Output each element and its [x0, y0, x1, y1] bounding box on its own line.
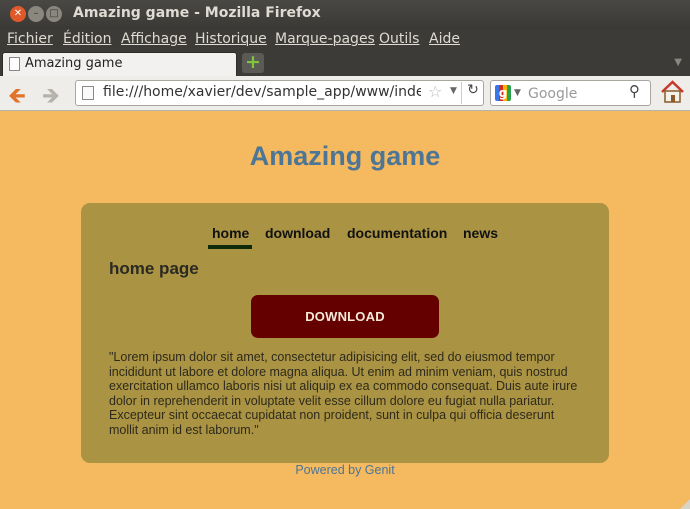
page-icon — [82, 86, 94, 100]
new-tab-button[interactable]: + — [242, 51, 264, 73]
menu-affichage[interactable]: Affichage — [121, 31, 187, 47]
tab-list-arrow-icon[interactable]: ▼ — [674, 57, 682, 68]
google-icon[interactable]: g — [495, 85, 511, 101]
document-icon — [9, 57, 20, 71]
reload-icon[interactable]: ↻ — [461, 82, 484, 104]
resize-grip[interactable] — [680, 499, 690, 509]
menu-aide[interactable]: Aide — [429, 31, 460, 47]
search-engine-dropdown-icon[interactable]: ▼ — [514, 88, 521, 98]
search-input[interactable] — [526, 84, 630, 104]
url-text[interactable]: file:///home/xavier/dev/sample_app/www/i… — [103, 84, 421, 100]
page-title: Amazing game — [249, 141, 441, 171]
tab-amazing-game[interactable]: Amazing game — [2, 52, 237, 76]
home-icon[interactable] — [660, 80, 685, 104]
content-panel: home download documentation news home pa… — [81, 203, 609, 463]
nav-documentation[interactable]: documentation — [347, 225, 447, 241]
close-window-button[interactable]: ✕ — [10, 6, 26, 22]
nav-home[interactable]: home — [212, 225, 249, 241]
menu-fichier[interactable]: Fichier — [7, 31, 53, 47]
tab-label: Amazing game — [25, 56, 123, 71]
bookmark-star-icon[interactable]: ☆ — [428, 82, 442, 101]
search-bar[interactable]: g ▼ ⚲ — [490, 80, 651, 106]
window-title: Amazing game - Mozilla Firefox — [73, 5, 321, 21]
footer-powered-by[interactable]: Powered by Genit — [0, 463, 690, 477]
url-dropdown-icon[interactable]: ▼ — [450, 86, 457, 96]
menu-bar: Fichier Édition Affichage Historique Mar… — [0, 29, 690, 51]
window-titlebar: ✕ – □ Amazing game - Mozilla Firefox — [0, 0, 690, 29]
menu-marque-pages[interactable]: Marque-pages — [275, 31, 375, 47]
menu-historique[interactable]: Historique — [195, 31, 267, 47]
search-icon[interactable]: ⚲ — [629, 82, 640, 100]
minimize-window-button[interactable]: – — [28, 6, 44, 22]
maximize-window-button[interactable]: □ — [46, 6, 62, 22]
nav-news[interactable]: news — [463, 225, 498, 241]
navigation-toolbar: 🡸 🡺 file:///home/xavier/dev/sample_app/w… — [0, 76, 690, 111]
lorem-paragraph: "Lorem ipsum dolor sit amet, consectetur… — [109, 350, 578, 437]
active-nav-indicator — [208, 245, 252, 249]
download-button[interactable]: DOWNLOAD — [251, 295, 439, 338]
tab-bar: Amazing game — [0, 51, 690, 76]
page-viewport: Amazing game home download documentation… — [0, 111, 690, 509]
plus-icon: + — [245, 51, 261, 73]
nav-download[interactable]: download — [265, 225, 330, 241]
menu-edition[interactable]: Édition — [63, 31, 111, 47]
url-bar[interactable]: file:///home/xavier/dev/sample_app/www/i… — [75, 80, 484, 106]
menu-outils[interactable]: Outils — [379, 31, 419, 47]
section-title: home page — [109, 259, 199, 278]
